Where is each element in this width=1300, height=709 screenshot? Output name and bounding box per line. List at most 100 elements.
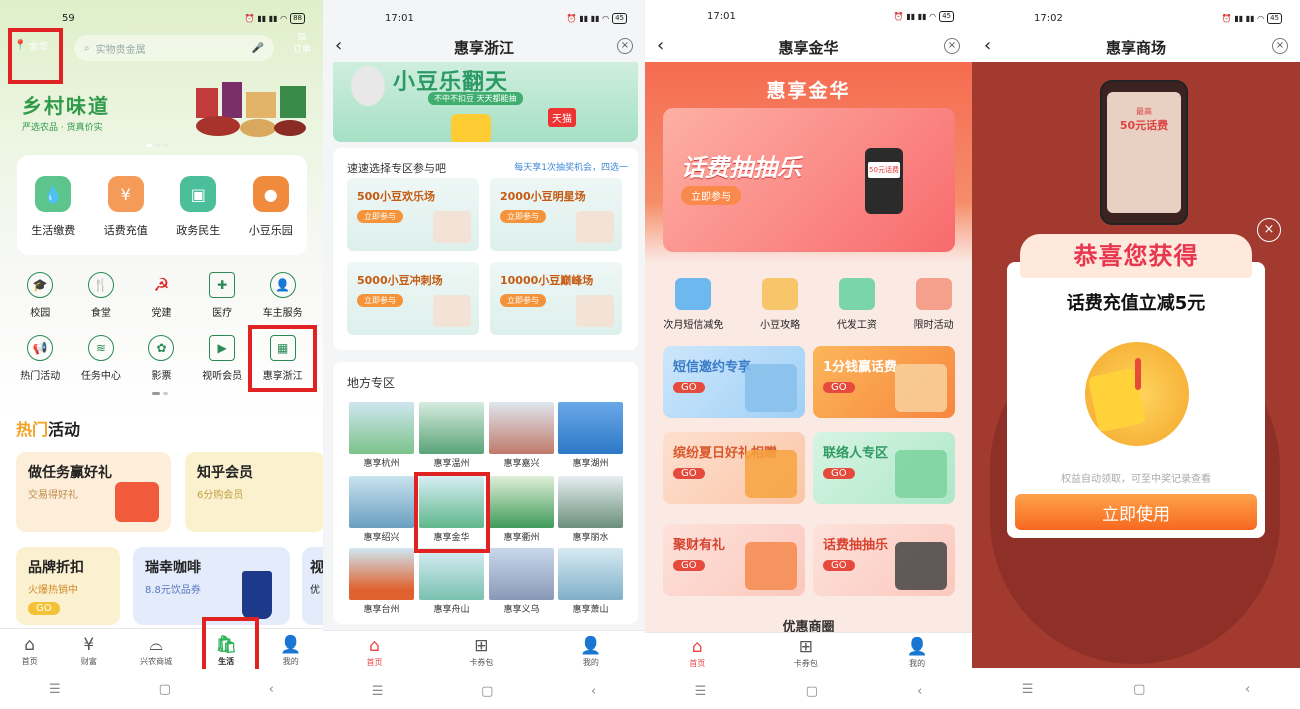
home-nav-icon[interactable]: ▢ — [159, 682, 171, 697]
grid-item-car-service[interactable]: 👤 车主服务 — [252, 272, 313, 319]
banner-title[interactable]: 乡村味道 — [22, 90, 110, 119]
tab-mine[interactable]: 👤 我的 — [280, 636, 301, 667]
menu-nav-icon[interactable]: ☰ — [1022, 682, 1034, 697]
city-lishui[interactable]: 惠享丽水 — [558, 476, 623, 543]
city-zhoushan[interactable]: 惠享舟山 — [419, 548, 484, 615]
city-quzhou[interactable]: 惠享衢州 — [489, 476, 554, 543]
promo-banner[interactable]: 小豆乐翻天 不中不扣豆 天天都能抽 天猫 — [333, 62, 638, 142]
go-button[interactable]: GO — [673, 382, 705, 393]
grid-label: 校园 — [30, 308, 51, 319]
grid-item-movie-ticket[interactable]: ✿ 影票 — [131, 335, 192, 382]
join-button[interactable]: 立即参与 — [357, 210, 403, 223]
highlight-box-location — [8, 28, 63, 84]
service-gov-affairs[interactable]: ▣ 政务民生 — [176, 176, 220, 238]
go-button[interactable]: GO — [673, 468, 705, 479]
menu-nav-icon[interactable]: ☰ — [49, 682, 61, 697]
close-icon[interactable]: × — [944, 38, 960, 54]
grid-item-campus[interactable]: 🎓 校园 — [10, 272, 71, 319]
city-taizhou[interactable]: 惠享台州 — [349, 548, 414, 615]
back-nav-icon[interactable]: ‹ — [269, 682, 274, 697]
feature-payroll[interactable]: 代发工资 — [837, 278, 877, 331]
join-button[interactable]: 立即参与 — [500, 210, 546, 223]
back-nav-icon[interactable]: ‹ — [1245, 682, 1250, 697]
service-utility-payment[interactable]: 💧 生活缴费 — [31, 176, 75, 238]
menu-nav-icon[interactable]: ☰ — [372, 684, 384, 699]
search-icon: ⌕ — [84, 42, 90, 54]
tab-coupon-wallet[interactable]: ⊞ 卡券包 — [469, 637, 493, 668]
search-input[interactable]: ⌕ 实物贵金属 🎤 — [74, 35, 274, 61]
tab-mine[interactable]: 👤 我的 — [580, 637, 601, 668]
home-nav-icon[interactable]: ▢ — [806, 684, 818, 699]
close-icon[interactable]: × — [617, 38, 633, 54]
go-button[interactable]: GO — [673, 560, 705, 571]
city-jiaxing[interactable]: 惠享嘉兴 — [489, 402, 554, 469]
home-nav-icon[interactable]: ▢ — [1133, 682, 1145, 697]
back-arrow-icon[interactable]: ‹ — [657, 35, 664, 56]
zone-10000[interactable]: 10000小豆巅峰场 立即参与 — [490, 262, 622, 335]
city-hangzhou[interactable]: 惠享杭州 — [349, 402, 414, 469]
service-phone-recharge[interactable]: ¥ 话费充值 — [104, 176, 148, 238]
tab-home[interactable]: ⌂ 首页 — [22, 636, 38, 667]
tile-summer-gift[interactable]: 缤纷夏日好礼相赠 GO — [663, 432, 805, 504]
go-button[interactable]: GO — [28, 602, 60, 615]
grid-item-canteen[interactable]: 🍴 食堂 — [71, 272, 132, 319]
tile-sms-invite[interactable]: 短信邀约专享 GO — [663, 346, 805, 418]
zone-2000[interactable]: 2000小豆明星场 立即参与 — [490, 178, 622, 251]
tile-phone-lottery[interactable]: 话费抽抽乐 GO — [813, 524, 955, 596]
tab-home[interactable]: ⌂ 首页 — [689, 638, 705, 669]
back-arrow-icon[interactable]: ‹ — [335, 35, 342, 56]
feature-label: 次月短信减免 — [663, 320, 724, 331]
activity-card-zhihu[interactable]: 知乎会员 6分购会员 — [185, 452, 323, 532]
back-nav-icon[interactable]: ‹ — [917, 684, 922, 699]
tile-contacts-zone[interactable]: 联络人专区 GO — [813, 432, 955, 504]
city-yiwu[interactable]: 惠享义乌 — [489, 548, 554, 615]
feature-icons: 次月短信减免 小豆攻略 代发工资 限时活动 — [645, 278, 972, 331]
tab-coupon-wallet[interactable]: ⊞ 卡券包 — [794, 638, 818, 669]
grid-item-party[interactable]: ☭ 党建 — [131, 272, 192, 320]
grid-item-video-vip[interactable]: ▶ 视听会员 — [192, 335, 253, 382]
feature-sms-discount[interactable]: 次月短信减免 — [663, 278, 723, 331]
tab-mine[interactable]: 👤 我的 — [907, 638, 928, 669]
feature-bean-guide[interactable]: 小豆攻略 — [760, 278, 800, 331]
close-dialog-icon[interactable]: × — [1257, 218, 1281, 242]
grid-label: 任务中心 — [80, 371, 121, 382]
go-button[interactable]: GO — [823, 382, 855, 393]
home-nav-icon[interactable]: ▢ — [481, 684, 493, 699]
activity-card-brand-discount[interactable]: 品牌折扣 火爆热销中 GO — [16, 547, 120, 625]
section-title: 地方专区 — [347, 376, 396, 390]
activity-card-luckin[interactable]: 瑞幸咖啡 8.8元饮品券 — [133, 547, 290, 625]
orders-button[interactable]: ▤ 订单 — [293, 32, 311, 55]
go-button[interactable]: GO — [823, 468, 855, 479]
tile-one-cent[interactable]: 1分钱赢话费 GO — [813, 346, 955, 418]
city-label: 惠享衢州 — [503, 533, 540, 543]
menu-nav-icon[interactable]: ☰ — [695, 684, 707, 699]
service-bean-park[interactable]: ● 小豆乐园 — [249, 176, 293, 238]
zone-5000[interactable]: 5000小豆冲刺场 立即参与 — [347, 262, 479, 335]
city-wenzhou[interactable]: 惠享温州 — [419, 402, 484, 469]
tab-home[interactable]: ⌂ 首页 — [366, 637, 382, 668]
back-arrow-icon[interactable]: ‹ — [984, 35, 991, 56]
go-button[interactable]: GO — [823, 560, 855, 571]
grid-item-medical[interactable]: ✚ 医疗 — [192, 272, 253, 319]
activity-card-task[interactable]: 做任务赢好礼 交易得好礼 — [16, 452, 171, 532]
tab-wealth[interactable]: ¥ 财富 — [81, 636, 97, 667]
grid-item-task-center[interactable]: ≋ 任务中心 — [71, 335, 132, 382]
zone-500[interactable]: 500小豆欢乐场 立即参与 — [347, 178, 479, 251]
join-button[interactable]: 立即参与 — [357, 294, 403, 307]
close-icon[interactable]: × — [1272, 38, 1288, 54]
microphone-icon[interactable]: 🎤 — [252, 43, 264, 54]
city-huzhou[interactable]: 惠享湖州 — [558, 402, 623, 469]
feature-limited-activity[interactable]: 限时活动 — [914, 278, 954, 331]
tile-wealth-gift[interactable]: 聚财有礼 GO — [663, 524, 805, 596]
join-button[interactable]: 立即参与 — [500, 294, 546, 307]
tab-xingnong-mall[interactable]: ⌓ 兴农商城 — [140, 636, 172, 667]
use-now-button[interactable]: 立即使用 — [1015, 494, 1257, 530]
gift-box-icon — [433, 211, 471, 243]
city-shaoxing[interactable]: 惠享绍兴 — [349, 476, 414, 543]
phone-fee-lottery-card[interactable]: 话费抽抽乐 立即参与 50元话费 — [663, 108, 955, 252]
grid-item-hot-activity[interactable]: 📢 热门活动 — [10, 335, 71, 382]
join-now-button[interactable]: 立即参与 — [681, 186, 741, 205]
back-nav-icon[interactable]: ‹ — [591, 684, 596, 699]
city-xiaoshan[interactable]: 惠享萧山 — [558, 548, 623, 615]
activity-card-partial[interactable]: 视优 — [302, 547, 323, 625]
